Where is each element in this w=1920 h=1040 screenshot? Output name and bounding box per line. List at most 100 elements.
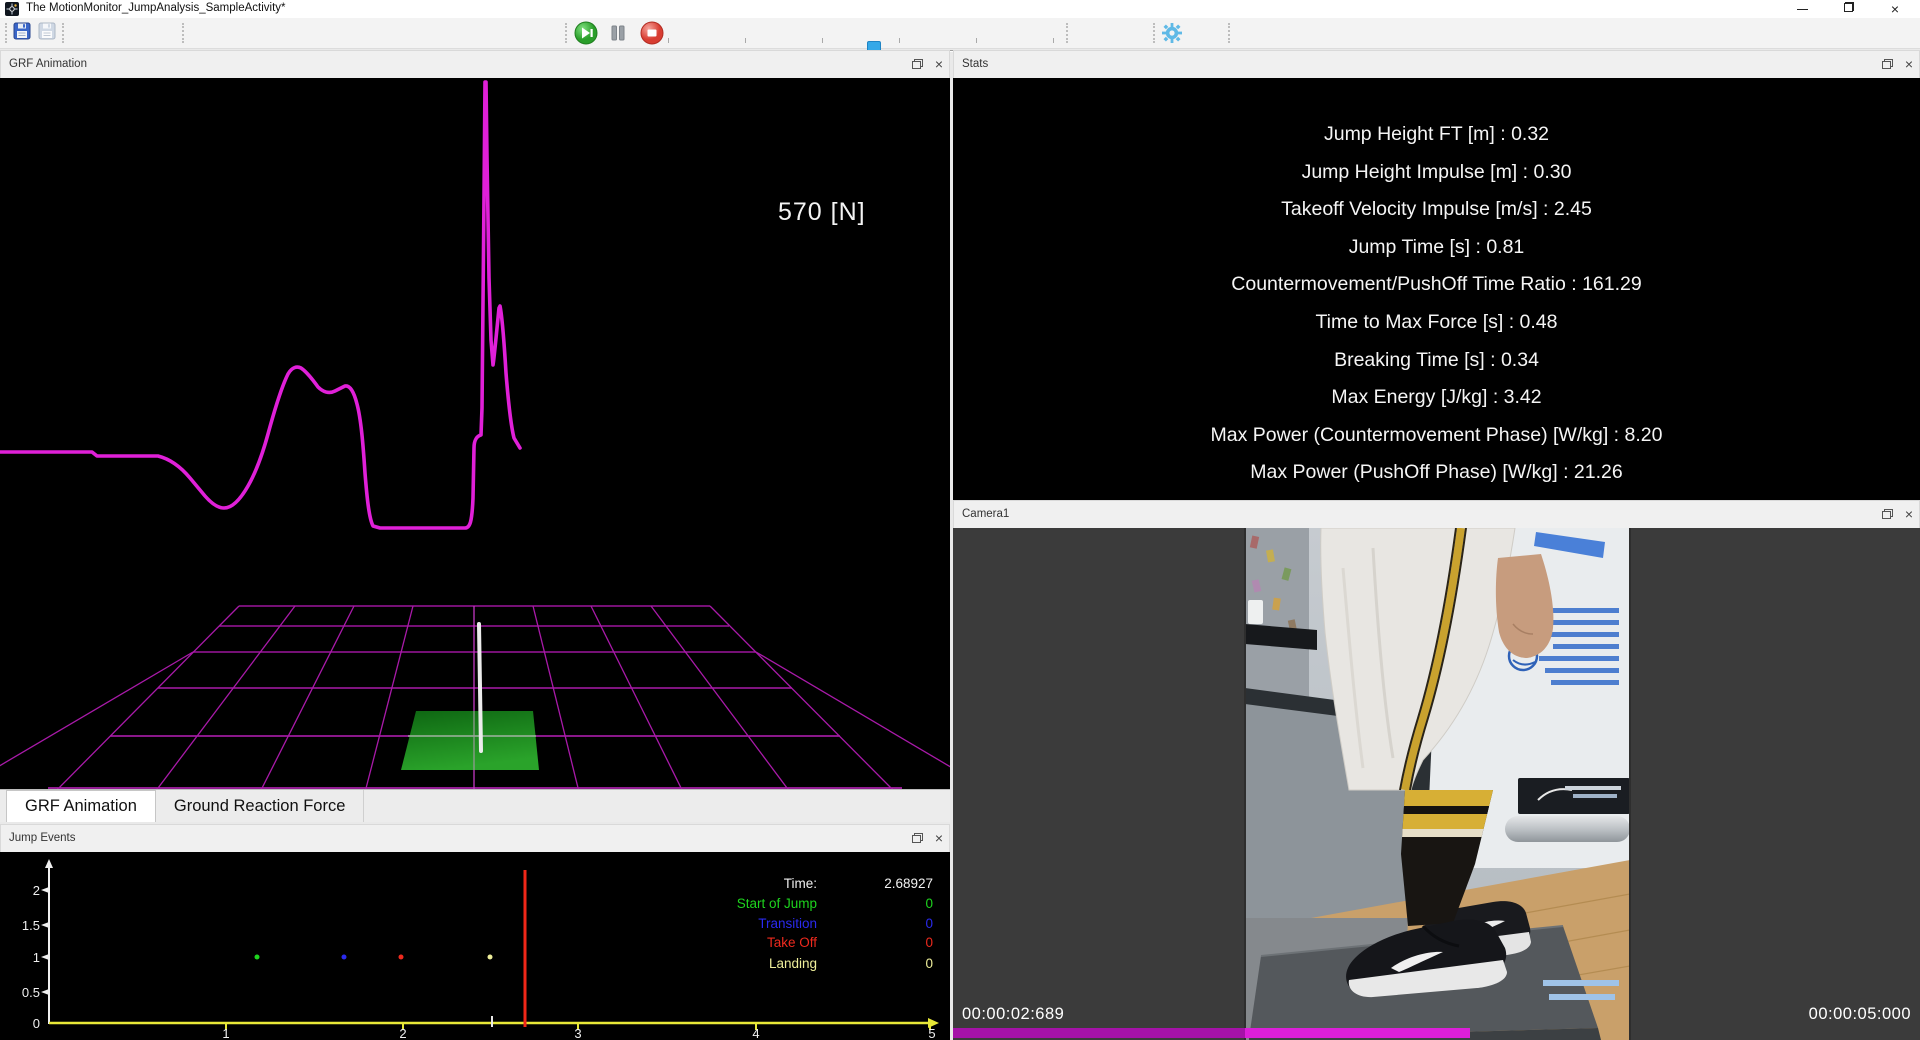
save-as-button[interactable] <box>37 21 61 45</box>
video-content <box>1245 528 1630 1040</box>
gear-icon <box>1160 21 1184 45</box>
x-tick-label: 3 <box>568 1026 588 1040</box>
slider-tick <box>976 38 977 43</box>
grf-animation-panel: GRF Animation × <box>0 50 950 822</box>
grf-panel-title: GRF Animation <box>9 58 87 70</box>
save-as-icon <box>37 21 57 41</box>
grf-3d-scene <box>0 78 950 789</box>
play-button[interactable] <box>574 21 598 45</box>
y-tick-label: 1 <box>14 950 40 965</box>
stats-content: Jump Height FT [m] : 0.32 Jump Height Im… <box>953 78 1920 500</box>
frame-marker <box>491 1016 493 1027</box>
slider-tick <box>1053 38 1054 43</box>
camera-video-area[interactable]: 00:00:02:689 00:00:05:000 <box>953 528 1920 1040</box>
toolbar-grip[interactable] <box>565 23 567 43</box>
toolbar-grip[interactable] <box>5 23 7 43</box>
restore-button[interactable] <box>1832 0 1866 18</box>
app-icon <box>5 2 19 16</box>
force-value-label: 570 [N] <box>778 198 866 227</box>
x-tick-label: 1 <box>216 1026 236 1040</box>
float-panel-icon[interactable] <box>912 833 923 843</box>
minimize-button[interactable] <box>1786 0 1820 18</box>
close-button[interactable]: × <box>1878 0 1912 18</box>
transition-label: Transition <box>600 916 817 931</box>
x-tick-label: 2 <box>393 1026 413 1040</box>
y-tick-label: 2 <box>14 883 40 898</box>
settings-button[interactable] <box>1160 21 1184 45</box>
grf-panel-titlebar[interactable]: GRF Animation × <box>0 50 950 80</box>
stat-line: Max Energy [J/kg] : 3.42 <box>953 379 1920 417</box>
camera-panel: Camera1 × <box>953 500 1920 1040</box>
stat-line: Takeoff Velocity Impulse [m/s] : 2.45 <box>953 191 1920 229</box>
jump-events-titlebar[interactable]: Jump Events × <box>0 824 950 854</box>
time-value: 2.68927 <box>850 876 933 891</box>
toolbar-grip[interactable] <box>1066 23 1068 43</box>
video-progress-bar[interactable] <box>953 1028 1245 1038</box>
pause-button[interactable] <box>606 21 630 45</box>
stat-line: Countermovement/PushOff Time Ratio : 161… <box>953 266 1920 304</box>
slider-tick <box>822 38 823 43</box>
landing-value: 0 <box>850 956 933 971</box>
toolbar-grip[interactable] <box>182 23 184 43</box>
toolbar-grip[interactable] <box>1228 23 1230 43</box>
stat-line: Max Power (Countermovement Phase) [W/kg]… <box>953 417 1920 455</box>
start-of-jump-marker <box>255 955 260 960</box>
window-title: The MotionMonitor_JumpAnalysis_SampleAct… <box>26 2 286 14</box>
stats-panel: Stats × Jump Height FT [m] : 0.32 Jump H… <box>953 50 1920 500</box>
landing-label: Landing <box>600 956 817 971</box>
force-vector <box>479 624 481 751</box>
grf-plot-area: 570 [N] <box>0 78 950 789</box>
camera-video-frame <box>953 528 1920 1040</box>
stats-titlebar[interactable]: Stats × <box>953 50 1920 80</box>
save-button[interactable] <box>12 21 36 45</box>
slider-tick <box>745 38 746 43</box>
tab-grf-animation[interactable]: GRF Animation <box>6 790 156 822</box>
close-panel-icon[interactable]: × <box>1905 507 1913 521</box>
jump-events-panel: Jump Events × <box>0 824 950 1040</box>
close-panel-icon[interactable]: × <box>1905 57 1913 71</box>
take-off-label: Take Off <box>600 935 817 950</box>
start-of-jump-value: 0 <box>850 896 933 911</box>
take-off-marker <box>399 955 404 960</box>
jump-events-plot[interactable]: 2 1.5 1 0.5 0 1 2 3 4 5 Time: 2.68927 St… <box>0 852 950 1040</box>
float-panel-icon[interactable] <box>1882 509 1893 519</box>
stat-line: Jump Time [s] : 0.81 <box>953 229 1920 267</box>
pause-icon <box>606 21 630 45</box>
x-tick-label: 5 <box>922 1026 942 1040</box>
float-panel-icon[interactable] <box>912 59 923 69</box>
motionmonitor-window: { "window": { "title": "The MotionMonito… <box>0 0 1920 1040</box>
time-cursor[interactable] <box>524 870 527 1027</box>
close-panel-icon[interactable]: × <box>935 831 943 845</box>
y-tick-label: 0.5 <box>14 985 40 1000</box>
main-toolbar <box>0 18 1920 49</box>
video-progress-bar[interactable] <box>1245 1028 1470 1038</box>
x-tick-label: 4 <box>746 1026 766 1040</box>
start-of-jump-label: Start of Jump <box>600 896 817 911</box>
stat-line: Time to Max Force [s] : 0.48 <box>953 304 1920 342</box>
stat-line: Jump Height Impulse [m] : 0.30 <box>953 154 1920 192</box>
transition-value: 0 <box>850 916 933 931</box>
time-label: Time: <box>600 876 817 891</box>
video-end-time: 00:00:05:000 <box>1809 1005 1911 1024</box>
roller <box>1505 816 1630 842</box>
play-icon <box>574 21 598 45</box>
stats-title: Stats <box>962 58 988 70</box>
restore-icon <box>1844 4 1852 12</box>
take-off-value: 0 <box>850 935 933 950</box>
tab-ground-reaction-force[interactable]: Ground Reaction Force <box>156 790 365 822</box>
toolbar-grip[interactable] <box>1153 23 1155 43</box>
video-current-time: 00:00:02:689 <box>962 1005 1064 1024</box>
landing-marker <box>488 955 493 960</box>
slider-tick <box>668 38 669 43</box>
record-button[interactable] <box>640 21 664 45</box>
jump-events-title: Jump Events <box>9 832 75 844</box>
stat-line: Jump Height FT [m] : 0.32 <box>953 116 1920 154</box>
record-icon <box>640 21 664 45</box>
hand <box>1496 554 1554 658</box>
grf-tabbar: GRF Animation Ground Reaction Force <box>0 789 950 822</box>
float-panel-icon[interactable] <box>1882 59 1893 69</box>
y-tick-label: 0 <box>14 1016 40 1031</box>
toolbar-grip[interactable] <box>62 23 64 43</box>
camera-titlebar[interactable]: Camera1 × <box>953 500 1920 530</box>
close-panel-icon[interactable]: × <box>935 57 943 71</box>
